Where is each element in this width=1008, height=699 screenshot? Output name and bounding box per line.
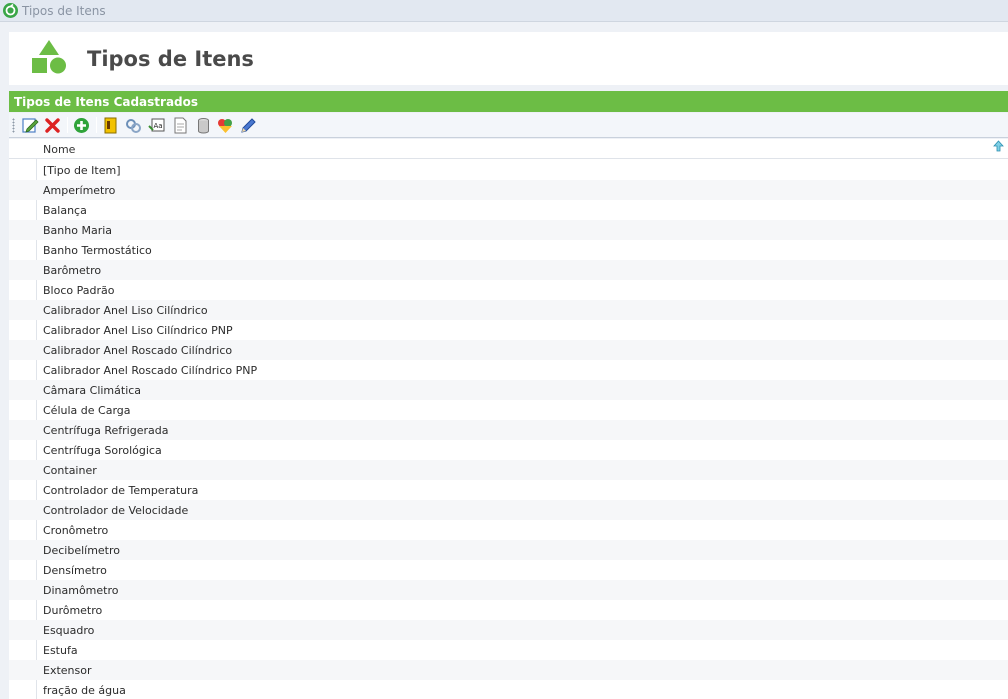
cell-nome: Centrífuga Refrigerada <box>43 424 169 437</box>
table-row[interactable]: Banho Termostático <box>9 240 1008 260</box>
table-row[interactable]: Banho Maria <box>9 220 1008 240</box>
toolbar: Aa <box>9 113 1008 138</box>
document-icon[interactable] <box>171 116 190 135</box>
table-row[interactable]: Extensor <box>9 660 1008 680</box>
cell-nome: Câmara Climática <box>43 384 142 397</box>
sort-up-icon[interactable] <box>993 140 1004 153</box>
section-header: Tipos de Itens Cadastrados <box>9 91 1008 112</box>
toolbar-grip[interactable] <box>12 118 15 133</box>
database-icon[interactable] <box>194 116 213 135</box>
items-grid: Nome [Tipo de Item] Amperímetro Balança Ban… <box>9 139 1008 699</box>
cell-nome: [Tipo de Item] <box>43 164 121 177</box>
cell-nome: Cronômetro <box>43 524 109 537</box>
table-row[interactable]: Câmara Climática <box>9 380 1008 400</box>
table-row[interactable]: Célula de Carga <box>9 400 1008 420</box>
cell-nome: Container <box>43 464 97 477</box>
table-row[interactable]: Durômetro <box>9 600 1008 620</box>
cell-nome: Célula de Carga <box>43 404 131 417</box>
cell-nome: Esquadro <box>43 624 95 637</box>
cell-nome: Amperímetro <box>43 184 116 197</box>
table-row[interactable]: Calibrador Anel Liso Cilíndrico <box>9 300 1008 320</box>
table-row[interactable]: Decibelímetro <box>9 540 1008 560</box>
section-title: Tipos de Itens Cadastrados <box>14 95 199 109</box>
table-row[interactable]: Balança <box>9 200 1008 220</box>
table-row[interactable]: Container <box>9 460 1008 480</box>
cell-nome: Controlador de Velocidade <box>43 504 189 517</box>
table-row[interactable]: Dinamômetro <box>9 580 1008 600</box>
toolbar-separator <box>96 117 97 133</box>
table-row[interactable]: Controlador de Temperatura <box>9 480 1008 500</box>
cell-nome: Calibrador Anel Roscado Cilíndrico PNP <box>43 364 258 377</box>
window-title: Tipos de Itens <box>22 4 106 18</box>
toolbar-separator <box>67 117 68 133</box>
font-icon[interactable]: Aa <box>147 116 166 135</box>
cell-nome: Durômetro <box>43 604 103 617</box>
svg-text:Aa: Aa <box>154 122 163 130</box>
window-titlebar: Tipos de Itens <box>0 0 1008 22</box>
table-row[interactable]: Esquadro <box>9 620 1008 640</box>
filter-icon[interactable] <box>101 116 120 135</box>
cell-nome: Centrífuga Sorológica <box>43 444 162 457</box>
table-row[interactable]: Amperímetro <box>9 180 1008 200</box>
cell-nome: Bloco Padrão <box>43 284 115 297</box>
delete-icon[interactable] <box>43 116 62 135</box>
cell-nome: Banho Maria <box>43 224 113 237</box>
table-row[interactable]: Calibrador Anel Roscado Cilíndrico PNP <box>9 360 1008 380</box>
table-row[interactable]: Densímetro <box>9 560 1008 580</box>
table-row[interactable]: Estufa <box>9 640 1008 660</box>
cell-nome: Calibrador Anel Roscado Cilíndrico <box>43 344 233 357</box>
cell-nome: Barômetro <box>43 264 102 277</box>
cell-nome: fração de água <box>43 684 126 697</box>
cell-nome: Calibrador Anel Liso Cilíndrico PNP <box>43 324 233 337</box>
table-row[interactable]: [Tipo de Item] <box>9 160 1008 180</box>
pencil-icon[interactable] <box>239 116 258 135</box>
table-row[interactable]: Controlador de Velocidade <box>9 500 1008 520</box>
cell-nome: Decibelímetro <box>43 544 121 557</box>
cell-nome: Estufa <box>43 644 78 657</box>
table-row[interactable]: fração de água <box>9 680 1008 699</box>
colors-icon[interactable] <box>216 116 235 135</box>
cell-nome: Calibrador Anel Liso Cilíndrico <box>43 304 208 317</box>
table-row[interactable]: Centrífuga Refrigerada <box>9 420 1008 440</box>
edit-icon[interactable] <box>21 116 40 135</box>
table-row[interactable]: Cronômetro <box>9 520 1008 540</box>
table-row[interactable]: Centrífuga Sorológica <box>9 440 1008 460</box>
cell-nome: Controlador de Temperatura <box>43 484 199 497</box>
column-header-nome[interactable]: Nome <box>43 143 75 156</box>
table-row[interactable]: Bloco Padrão <box>9 280 1008 300</box>
cell-nome: Densímetro <box>43 564 107 577</box>
link-icon[interactable] <box>124 116 143 135</box>
add-icon[interactable] <box>72 116 91 135</box>
app-icon <box>3 3 18 18</box>
cell-nome: Banho Termostático <box>43 244 152 257</box>
page-header: Tipos de Itens <box>9 32 1008 85</box>
cell-nome: Dinamômetro <box>43 584 119 597</box>
table-row[interactable]: Barômetro <box>9 260 1008 280</box>
table-row[interactable]: Calibrador Anel Liso Cilíndrico PNP <box>9 320 1008 340</box>
table-row[interactable]: Calibrador Anel Roscado Cilíndrico <box>9 340 1008 360</box>
shapes-logo-icon <box>30 38 68 76</box>
cell-nome: Extensor <box>43 664 92 677</box>
page-title: Tipos de Itens <box>87 47 254 71</box>
grid-header-row: Nome <box>9 139 1008 159</box>
grid-rows: [Tipo de Item] Amperímetro Balança Banho Ma… <box>9 160 1008 699</box>
cell-nome: Balança <box>43 204 87 217</box>
